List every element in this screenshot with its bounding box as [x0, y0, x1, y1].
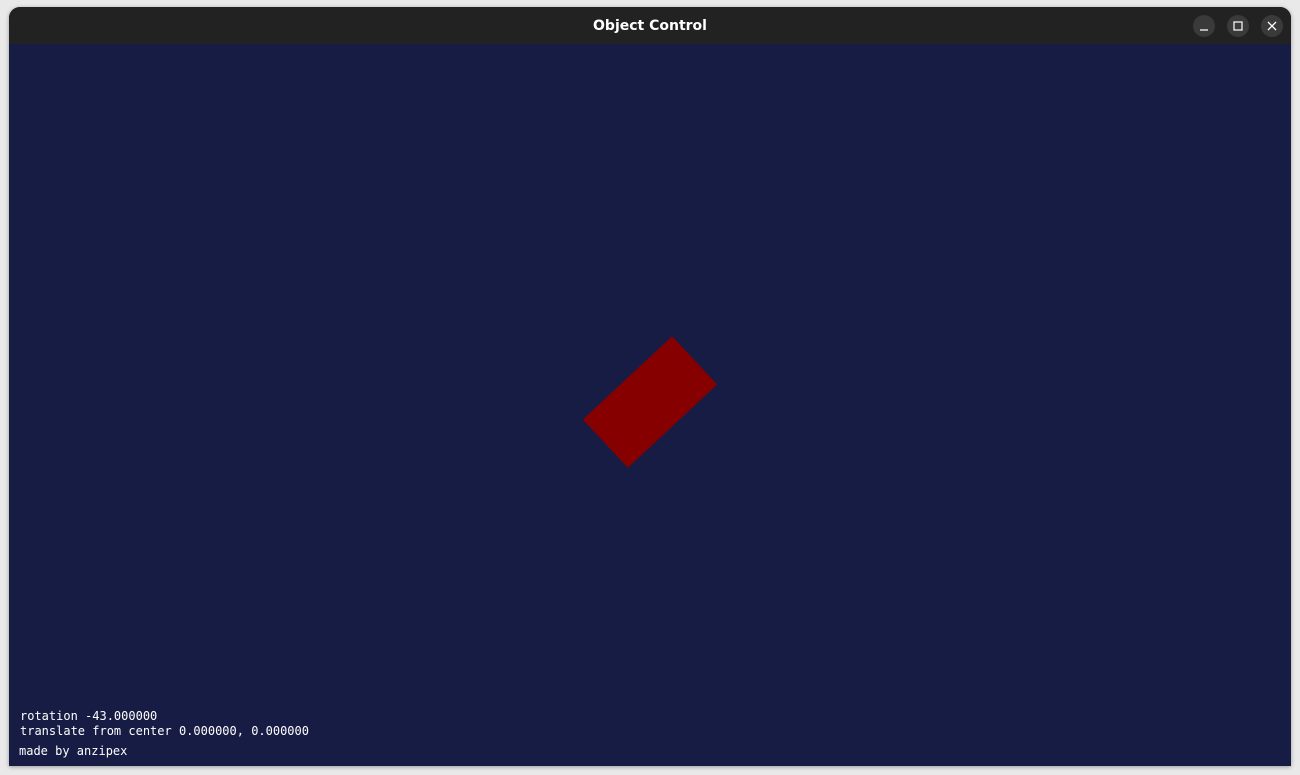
scene-svg [582, 336, 718, 468]
render-canvas[interactable]: rotation -43.000000 translate from cente… [9, 44, 1291, 766]
maximize-icon [1233, 21, 1243, 31]
app-window: Object Control rotation -43.000000 trans… [9, 7, 1291, 766]
window-title: Object Control [593, 18, 707, 34]
title-bar[interactable]: Object Control [9, 7, 1291, 44]
close-button[interactable] [1261, 15, 1283, 37]
close-icon [1267, 21, 1277, 31]
rotation-readout: rotation -43.000000 [20, 709, 158, 723]
maximize-button[interactable] [1227, 15, 1249, 37]
credit-text: made by anzipex [19, 744, 128, 758]
rotated-rectangle[interactable] [582, 336, 718, 468]
translate-readout: translate from center 0.000000, 0.000000 [20, 724, 309, 738]
minimize-button[interactable] [1193, 15, 1215, 37]
minimize-icon [1200, 29, 1208, 31]
